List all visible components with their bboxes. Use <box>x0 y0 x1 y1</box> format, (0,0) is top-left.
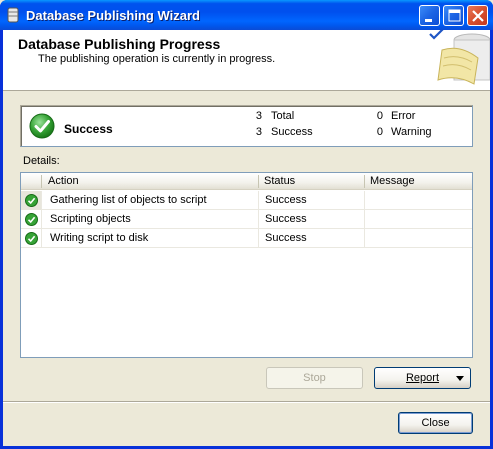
table-row[interactable]: Gathering list of objects to script Succ… <box>21 191 472 210</box>
row-status: Success <box>265 194 307 206</box>
error-count: 0 <box>376 110 383 122</box>
minimize-icon <box>425 19 432 22</box>
close-icon <box>472 10 484 22</box>
cell-divider <box>41 229 42 248</box>
column-divider[interactable] <box>364 175 365 188</box>
row-action: Scripting objects <box>50 213 131 225</box>
table-row[interactable]: Writing script to disk Success <box>21 229 472 248</box>
column-header-action[interactable]: Action <box>48 175 79 187</box>
success-count-label: Success <box>271 126 313 138</box>
row-status: Success <box>265 232 307 244</box>
window-title: Database Publishing Wizard <box>26 8 200 23</box>
publishing-scroll-icon <box>429 30 490 85</box>
total-label: Total <box>271 110 295 122</box>
database-icon <box>7 7 19 23</box>
cell-divider <box>258 191 259 210</box>
success-count: 3 <box>255 126 262 138</box>
column-divider[interactable] <box>258 175 259 188</box>
success-check-icon <box>29 113 55 139</box>
close-window-button[interactable] <box>467 5 488 26</box>
details-grid[interactable]: Action Status Message Gathering list of … <box>20 172 473 358</box>
total-count: 3 <box>255 110 262 122</box>
stop-button[interactable]: Stop <box>266 367 363 389</box>
stop-button-label: Stop <box>303 372 326 384</box>
row-status: Success <box>265 213 307 225</box>
chevron-down-icon <box>456 376 464 381</box>
row-action: Gathering list of objects to script <box>50 194 207 206</box>
success-check-icon <box>25 232 38 245</box>
cell-divider <box>258 229 259 248</box>
footer-divider <box>3 401 490 403</box>
summary-panel: Success 3 Total 3 Success 0 Error 0 Warn… <box>20 105 473 147</box>
dialog-client-area: Database Publishing Progress The publish… <box>3 30 490 446</box>
cell-divider <box>41 210 42 229</box>
minimize-button[interactable] <box>419 5 440 26</box>
close-button[interactable]: Close <box>398 412 473 434</box>
error-label: Error <box>391 110 416 122</box>
page-subtitle: The publishing operation is currently in… <box>38 53 276 65</box>
grid-header: Action Status Message <box>21 173 472 190</box>
maximize-icon <box>448 9 461 22</box>
column-divider[interactable] <box>41 175 42 188</box>
cell-divider <box>258 210 259 229</box>
warning-count: 0 <box>376 126 383 138</box>
page-title: Database Publishing Progress <box>18 36 221 52</box>
wizard-window: Database Publishing Wizard Database Publ… <box>0 0 493 449</box>
row-action: Writing script to disk <box>50 232 149 244</box>
column-header-message[interactable]: Message <box>370 175 415 187</box>
cell-divider <box>364 210 365 229</box>
report-button[interactable]: Report <box>374 367 471 389</box>
title-bar[interactable]: Database Publishing Wizard <box>0 0 493 30</box>
column-header-status[interactable]: Status <box>264 175 295 187</box>
success-check-icon <box>25 194 38 207</box>
report-button-label: Report <box>405 372 440 384</box>
cell-divider <box>41 191 42 210</box>
close-button-label: Close <box>421 417 450 429</box>
summary-status: Success <box>64 122 113 136</box>
table-row[interactable]: Scripting objects Success <box>21 210 472 229</box>
cell-divider <box>364 191 365 210</box>
details-label: Details: <box>23 155 60 167</box>
warning-label: Warning <box>391 126 432 138</box>
maximize-button[interactable] <box>443 5 464 26</box>
cell-divider <box>364 229 365 248</box>
success-check-icon <box>25 213 38 226</box>
wizard-header: Database Publishing Progress The publish… <box>3 30 490 91</box>
